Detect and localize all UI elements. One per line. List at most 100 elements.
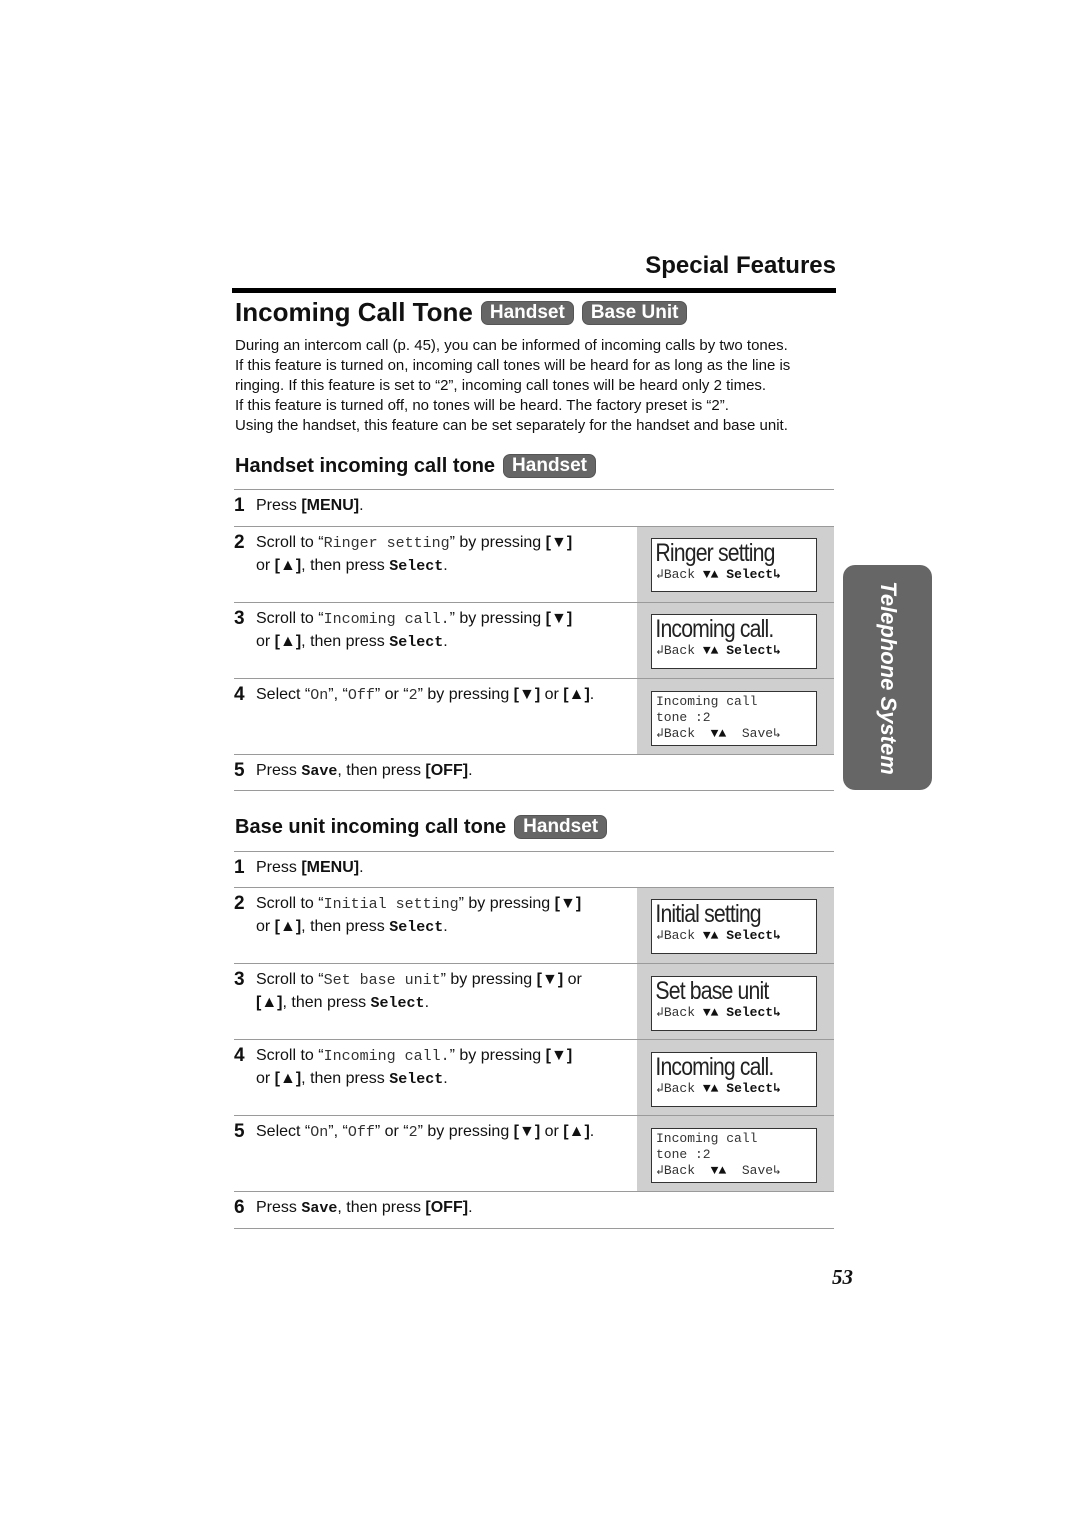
step-2: 2 Scroll to “Ringer setting” by pressing… (234, 532, 634, 578)
save-softkey: Save (301, 1200, 338, 1217)
lcd-display: Incoming call. ↲Back ▼▲ Select↳ (651, 614, 817, 669)
divider (234, 887, 834, 888)
step-number: 3 (234, 969, 245, 990)
arrow-icon: ▼▲ (702, 1005, 719, 1020)
text: . (443, 918, 448, 935)
back-softkey: ↲Back (656, 1005, 696, 1020)
text: Select “ (256, 1123, 311, 1140)
select-softkey: Select (389, 1071, 444, 1088)
text: Scroll to “ (256, 534, 324, 551)
step-1: 1 Press [MENU]. (234, 495, 634, 517)
page-title-text: Incoming Call Tone (235, 297, 473, 327)
lcd-softkeys: ↲Back ▼▲ Save↳ (652, 1163, 816, 1179)
text: ”, “ (328, 1123, 348, 1140)
arrow-icon: ▼▲ (702, 1081, 719, 1096)
divider (234, 1039, 834, 1040)
lcd-display: Initial setting ↲Back ▼▲ Select↳ (651, 899, 817, 954)
text: , then press (301, 633, 390, 650)
divider (234, 489, 834, 490)
save-softkey: Save↳ (741, 726, 781, 741)
arrow-icon: ▼▲ (702, 567, 719, 582)
lcd-softkeys: ↲Back ▼▲ Save↳ (652, 726, 816, 742)
menu-item: Incoming call. (323, 611, 450, 628)
text: . (443, 633, 448, 650)
text: or (256, 1070, 275, 1087)
divider (234, 1115, 834, 1116)
select-softkey: Select↳ (726, 643, 781, 658)
divider (234, 963, 834, 964)
back-softkey: ↲Back (656, 643, 696, 658)
down-key: [▼] (513, 686, 541, 703)
up-key: [▲] (274, 633, 302, 650)
save-softkey: Save↳ (741, 1163, 781, 1178)
step-6: 6 Press Save, then press [OFF]. (234, 1197, 634, 1220)
lcd-line: Incoming call (656, 694, 758, 709)
step-1: 1 Press [MENU]. (234, 857, 634, 879)
text: ” by pressing (449, 1047, 546, 1064)
text: . (443, 557, 448, 574)
menu-key: [MENU] (301, 497, 360, 514)
lcd-softkeys: ↲Back ▼▲ Select↳ (652, 1081, 816, 1097)
down-key: [▼] (545, 534, 573, 551)
text: or (540, 1123, 564, 1140)
text: ” by pressing (449, 610, 546, 627)
option-2: 2 (408, 687, 418, 704)
divider (234, 678, 834, 679)
step-number: 1 (234, 495, 245, 516)
step-5: 5 Select “On”, “Off” or “2” by pressing … (234, 1121, 644, 1144)
text: Scroll to “ (256, 610, 324, 627)
step-3: 3 Scroll to “Set base unit” by pressing … (234, 969, 634, 1015)
menu-item: Set base unit (323, 972, 441, 989)
down-key: [▼] (545, 610, 573, 627)
lcd-text: Incoming call. (655, 615, 774, 643)
divider (234, 754, 834, 755)
option-on: On (310, 1124, 329, 1141)
text: or (256, 633, 275, 650)
badge-handset: Handset (503, 454, 597, 478)
text: . (589, 686, 595, 703)
lcd-line: tone :2 (656, 1147, 711, 1162)
lcd-text: Initial setting (655, 900, 761, 928)
header-rule (232, 288, 836, 293)
step-number: 1 (234, 857, 245, 878)
arrow-icon: ▼▲ (702, 928, 719, 943)
text: ” or “ (374, 1123, 409, 1140)
text: . (468, 1199, 473, 1216)
back-softkey: ↲Back (656, 1081, 696, 1096)
step-number: 4 (234, 1045, 245, 1066)
lcd-text: Set base unit (655, 977, 769, 1005)
text: Scroll to “ (256, 895, 324, 912)
option-off: Off (347, 687, 375, 704)
text: or (256, 557, 275, 574)
text: Press (256, 1199, 302, 1216)
step-number: 4 (234, 684, 245, 705)
step-number: 2 (234, 532, 245, 553)
option-off: Off (347, 1124, 375, 1141)
step-4: 4 Select “On”, “Off” or “2” by pressing … (234, 684, 644, 707)
step-number: 3 (234, 608, 245, 629)
intro-line: If this feature is turned off, no tones … (235, 397, 729, 414)
text: , then press (301, 557, 390, 574)
select-softkey: Select↳ (726, 1081, 781, 1096)
text: Press (256, 762, 302, 779)
down-key: [▼] (536, 971, 564, 988)
text: , then press (337, 762, 426, 779)
back-softkey: ↲Back (656, 1163, 696, 1178)
menu-key: [MENU] (301, 859, 360, 876)
divider (234, 1228, 834, 1229)
step-4: 4 Scroll to “Incoming call.” by pressing… (234, 1045, 634, 1091)
save-softkey: Save (301, 763, 338, 780)
text: ” by pressing (417, 1123, 514, 1140)
intro-line: During an intercom call (p. 45), you can… (235, 337, 788, 354)
select-softkey: Select (370, 995, 425, 1012)
down-key: [▼] (513, 1123, 541, 1140)
side-tab-telephone-system: Telephone System (843, 565, 932, 790)
text: ” by pressing (449, 534, 546, 551)
text: ” by pressing (458, 895, 555, 912)
divider (234, 851, 834, 852)
lcd-softkeys: ↲Back ▼▲ Select↳ (652, 1005, 816, 1021)
select-softkey: Select↳ (726, 1005, 781, 1020)
side-tab-label: Telephone System (875, 580, 901, 775)
badge-handset: Handset (514, 815, 608, 839)
lcd-text: Incoming call. (655, 1053, 774, 1081)
